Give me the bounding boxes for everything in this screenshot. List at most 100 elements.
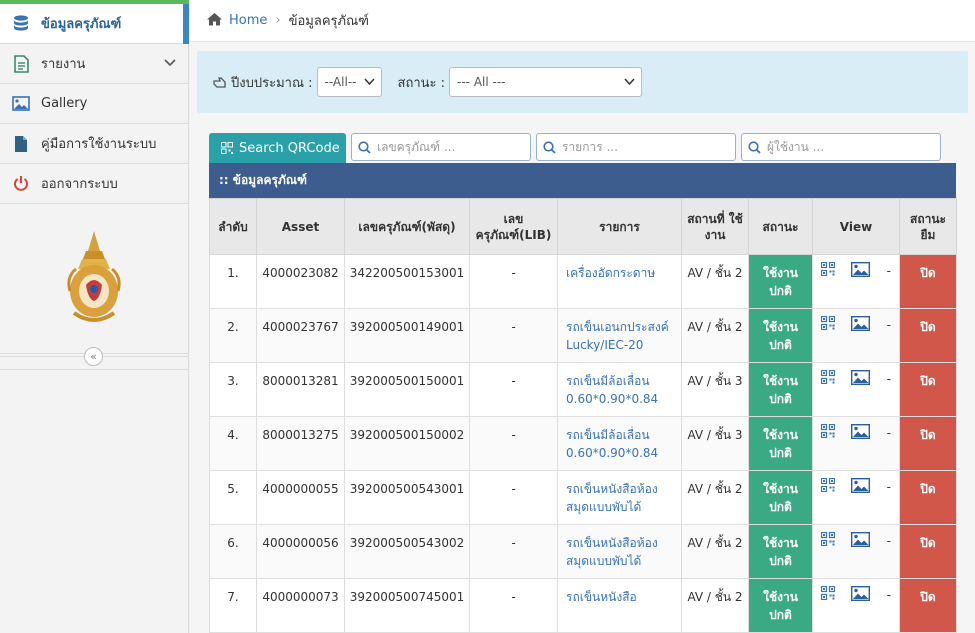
asset-table: ลำดับ Asset เลขครุภัณฑ์(พัสดุ) เลข ครุภั… bbox=[209, 198, 957, 633]
cell-item-link[interactable]: รถเข็นหนังสือ bbox=[557, 578, 682, 633]
cell-asset-no: 392000500150002 bbox=[344, 416, 470, 471]
table-row: 6. 4000000056 392000500543002- รถเข็นหนังสื… bbox=[209, 524, 957, 579]
double-chevron-left-icon[interactable]: « bbox=[84, 347, 103, 366]
cell-lib: - bbox=[469, 578, 558, 633]
sidebar-item-label: ข้อมูลครุภัณฑ์ bbox=[41, 17, 122, 32]
search-asset-placeholder: เลขครุภัณฑ์ ... bbox=[377, 139, 456, 154]
cell-no: 3. bbox=[209, 362, 257, 417]
university-emblem bbox=[0, 204, 188, 354]
column-header-asset-no[interactable]: เลขครุภัณฑ์(พัสดุ) bbox=[344, 198, 470, 255]
cell-item-link[interactable]: เครื่องอัดกระดาษ bbox=[557, 254, 682, 309]
status-badge: ใช้งาน ปกติ bbox=[748, 254, 813, 309]
search-icon bbox=[358, 140, 371, 154]
sidebar-item-gallery[interactable]: Gallery bbox=[0, 84, 188, 124]
qrcode-icon[interactable] bbox=[821, 532, 835, 546]
cell-no: 1. bbox=[209, 254, 257, 309]
cell-item-link[interactable]: รถเข็นเอนกประสงค์ Lucky/IEC-20 bbox=[557, 308, 682, 363]
status-label: สถานะ : bbox=[397, 75, 446, 91]
sidebar-item-logout[interactable]: ออกจากระบบ bbox=[0, 164, 188, 204]
filter-panel: ปีงบประมาณ : --All-- สถานะ : --- All --- bbox=[197, 51, 968, 113]
status-badge: ใช้งาน ปกติ bbox=[748, 308, 813, 363]
column-header-item[interactable]: รายการ bbox=[557, 198, 682, 255]
column-header-location[interactable]: สถานที่ ใช้งาน bbox=[681, 198, 749, 255]
qrcode-icon[interactable] bbox=[821, 478, 835, 492]
cell-item-link[interactable]: รถเข็นมีล้อเลื่อน 0.60*0.90*0.84 bbox=[557, 362, 682, 417]
status-badge: ใช้งาน ปกติ bbox=[748, 470, 813, 525]
cell-location: AV / ชั้น 2 bbox=[681, 254, 749, 309]
search-item-placeholder: รายการ ... bbox=[562, 139, 618, 154]
sidebar-item-assets[interactable]: ข้อมูลครุภัณฑ์ bbox=[0, 4, 188, 44]
picture-icon[interactable] bbox=[851, 586, 871, 601]
qrcode-icon[interactable] bbox=[821, 370, 835, 384]
file-icon bbox=[12, 135, 30, 153]
picture-icon[interactable] bbox=[851, 316, 871, 331]
home-icon[interactable] bbox=[206, 12, 223, 30]
column-header-lib[interactable]: เลข ครุภัณฑ์(LIB) bbox=[469, 198, 558, 255]
cell-lib: - bbox=[469, 308, 558, 363]
chevron-down-icon bbox=[624, 75, 635, 89]
cell-item-link[interactable]: รถเข็นมีล้อเลื่อน 0.60*0.90*0.84 bbox=[557, 416, 682, 471]
cell-location: AV / ชั้น 3 bbox=[681, 362, 749, 417]
cell-asset: 4000000073 bbox=[256, 578, 345, 633]
loan-status-badge: ปิด bbox=[899, 254, 957, 309]
column-header-loan[interactable]: สถานะ ยืม bbox=[899, 198, 957, 255]
cell-item-link[interactable]: รถเข็นหนังสือห้องสมุดแบบพับได้ bbox=[557, 470, 682, 525]
breadcrumb-current: ข้อมูลครุภัณฑ์ bbox=[288, 14, 369, 29]
sidebar-item-label: คู่มือการใช้งานระบบ bbox=[41, 137, 157, 152]
status-select[interactable]: --- All --- bbox=[449, 67, 643, 97]
picture-icon[interactable] bbox=[851, 370, 871, 385]
column-header-asset[interactable]: Asset bbox=[256, 198, 345, 255]
qrcode-icon[interactable] bbox=[821, 316, 835, 330]
table-row: 7. 4000000073 392000500745001- รถเข็นหนังสื… bbox=[209, 578, 957, 633]
table-row: 1. 4000023082 342200500153001- เครื่องอัดกร… bbox=[209, 254, 957, 309]
cell-asset: 4000023082 bbox=[256, 254, 345, 309]
search-icon bbox=[543, 140, 556, 154]
cell-location: AV / ชั้น 2 bbox=[681, 470, 749, 525]
table-row: 5. 4000000055 392000500543001- รถเข็นหนังสื… bbox=[209, 470, 957, 525]
column-header-status[interactable]: สถานะ bbox=[748, 198, 813, 255]
table-row: 2. 4000023767 392000500149001- รถเข็นเอนกปร… bbox=[209, 308, 957, 363]
sidebar-item-label: รายงาน bbox=[41, 57, 86, 72]
picture-icon[interactable] bbox=[851, 262, 871, 277]
qrcode-icon[interactable] bbox=[821, 586, 835, 600]
sidebar-divider bbox=[0, 369, 189, 370]
picture-icon[interactable] bbox=[851, 532, 871, 547]
qrcode-icon[interactable] bbox=[821, 424, 835, 438]
cell-lib: - bbox=[469, 524, 558, 579]
breadcrumb-home-link[interactable]: Home bbox=[229, 13, 267, 28]
status-badge: ใช้งาน ปกติ bbox=[748, 416, 813, 471]
search-asset-input[interactable]: เลขครุภัณฑ์ ... bbox=[351, 133, 531, 161]
search-user-input[interactable]: ผู้ใช้งาน ... bbox=[741, 133, 941, 161]
breadcrumb-separator: › bbox=[275, 13, 281, 28]
loan-status-badge: ปิด bbox=[899, 416, 957, 471]
table-header-row: ลำดับ Asset เลขครุภัณฑ์(พัสดุ) เลข ครุภั… bbox=[209, 198, 957, 255]
column-header-view: View bbox=[812, 198, 900, 255]
year-select[interactable]: --All-- bbox=[316, 67, 382, 97]
panel-title: :: ข้อมูลครุภัณฑ์ bbox=[209, 163, 956, 198]
cell-asset: 4000000056 bbox=[256, 524, 345, 579]
chevron-down-icon bbox=[164, 56, 176, 71]
loan-status-badge: ปิด bbox=[899, 362, 957, 417]
main-content: Home › ข้อมูลครุภัณฑ์ ปีงบประมาณ : --All… bbox=[190, 0, 975, 633]
picture-icon[interactable] bbox=[851, 478, 871, 493]
sidebar: ข้อมูลครุภัณฑ์ รายงาน Gallery คู่มือการใ… bbox=[0, 0, 189, 633]
picture-icon[interactable] bbox=[851, 424, 871, 439]
search-item-input[interactable]: รายการ ... bbox=[536, 133, 736, 161]
search-qrcode-button[interactable]: Search QRCode bbox=[209, 133, 346, 163]
breadcrumb: Home › ข้อมูลครุภัณฑ์ bbox=[190, 0, 975, 42]
hand-pointer-icon bbox=[213, 76, 228, 88]
loan-status-badge: ปิด bbox=[899, 524, 957, 579]
cell-location: AV / ชั้น 2 bbox=[681, 578, 749, 633]
sidebar-item-manual[interactable]: คู่มือการใช้งานระบบ bbox=[0, 124, 188, 164]
qrcode-icon[interactable] bbox=[821, 262, 835, 276]
column-header-no[interactable]: ลำดับ bbox=[209, 198, 257, 255]
status-badge: ใช้งาน ปกติ bbox=[748, 362, 813, 417]
cell-asset-no: 392000500149001 bbox=[344, 308, 470, 363]
cell-item-link[interactable]: รถเข็นหนังสือห้องสมุดแบบพับได้ bbox=[557, 524, 682, 579]
status-select-value: --- All --- bbox=[457, 75, 506, 89]
cell-no: 7. bbox=[209, 578, 257, 633]
cell-view: - bbox=[812, 470, 900, 525]
loan-status-badge: ปิด bbox=[899, 308, 957, 363]
cell-asset-no: 392000500150001 bbox=[344, 362, 470, 417]
sidebar-item-reports[interactable]: รายงาน bbox=[0, 44, 188, 84]
